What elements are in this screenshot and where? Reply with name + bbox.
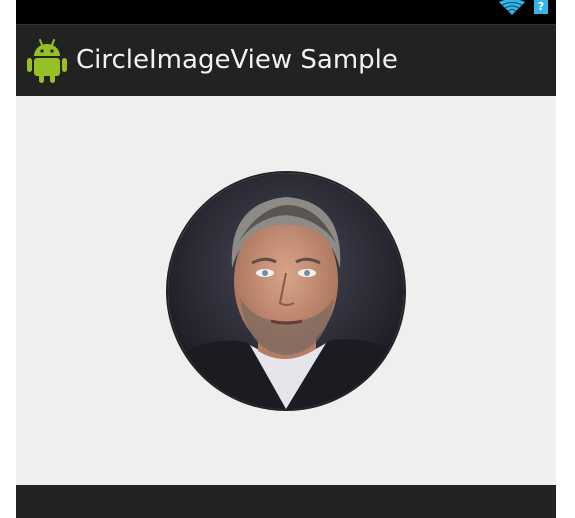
status-bar: ?: [16, 0, 556, 24]
wifi-icon: [499, 0, 525, 15]
circle-image-view[interactable]: [166, 171, 406, 411]
portrait-photo: [168, 173, 404, 409]
android-robot-icon[interactable]: [26, 37, 68, 83]
navigation-bar: [16, 485, 556, 518]
content-area: [16, 96, 556, 485]
device-screen: ? CircleImageView Sample: [16, 0, 556, 518]
battery-icon: ?: [534, 0, 548, 14]
app-title: CircleImageView Sample: [76, 45, 398, 75]
action-bar: CircleImageView Sample: [16, 24, 556, 96]
